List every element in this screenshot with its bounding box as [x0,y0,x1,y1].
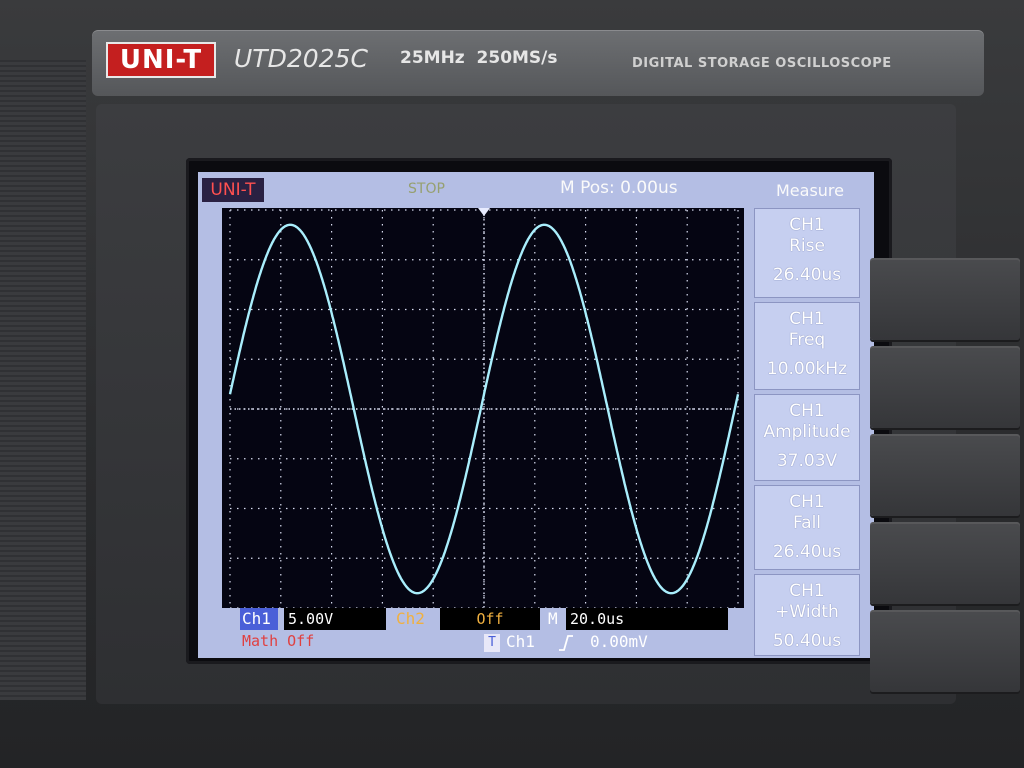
trigger-icon: T [484,634,500,652]
measurement-item: CH1 Amplitude 37.03V [754,394,860,481]
model-description: DIGITAL STORAGE OSCILLOSCOPE [632,56,892,71]
measurement-item: CH1 Rise 26.40us [754,208,860,298]
measurement-item: CH1 Freq 10.00kHz [754,302,860,390]
lcd-screen: UNI-T STOP M Pos: 0.00us Measure CH1 Rise… [198,172,874,658]
run-status: STOP [408,181,445,197]
math-state: Math Off [242,632,315,650]
measurement-ch: CH1 [789,215,825,235]
model-spec: 25MHz 250MS/s [400,48,558,68]
ch1-label: Ch1 [240,608,278,630]
model-name: UTD2025C [234,44,368,73]
softkey-1-button[interactable] [870,258,1020,340]
measurement-value: 26.40us [772,542,842,562]
waveform-display [222,208,744,608]
trigger-level: 0.00mV [590,632,648,651]
measurement-item: CH1 Fall 26.40us [754,485,860,570]
ch2-state: Off [440,608,540,630]
channel-info-bar: Ch1 5.00V Ch2 Off M 20.0us Math Off T Ch… [198,608,874,658]
measurement-ch: CH1 [789,309,825,329]
measure-menu-title: Measure [776,181,844,200]
softkey-4-button[interactable] [870,522,1020,604]
measurement-value: 26.40us [772,265,842,285]
model-badge: UNI-T UTD2025C 25MHz 250MS/s DIGITAL STO… [92,30,984,96]
measurement-name: Rise [789,236,825,256]
chassis-ridge [0,60,86,700]
measurement-ch: CH1 [789,401,825,421]
softkey-5-button[interactable] [870,610,1020,692]
softkey-3-button[interactable] [870,434,1020,516]
time-scale: 20.0us [566,608,728,630]
trigger-position-marker [478,208,490,216]
horizontal-position: M Pos: 0.00us [560,178,678,198]
ch2-label: Ch2 [396,609,425,628]
measurement-ch: CH1 [789,581,825,601]
waveform-svg [228,208,740,608]
trigger-source: Ch1 [506,632,535,651]
measurement-value: 10.00kHz [766,359,848,379]
screen-brand: UNI-T [202,178,264,202]
uni-t-logo: UNI-T [106,42,216,78]
measurement-name: Amplitude [763,422,851,442]
rising-edge-icon [559,635,573,651]
status-bar: UNI-T STOP M Pos: 0.00us Measure [198,172,874,208]
softkey-column [870,258,1024,698]
measurement-name: Freq [788,330,826,350]
measurement-name: Fall [792,513,822,533]
ch1-scale: 5.00V [284,608,386,630]
measurement-ch: CH1 [789,492,825,512]
measurement-value: 37.03V [776,451,838,471]
time-label: M [548,609,558,628]
softkey-2-button[interactable] [870,346,1020,428]
